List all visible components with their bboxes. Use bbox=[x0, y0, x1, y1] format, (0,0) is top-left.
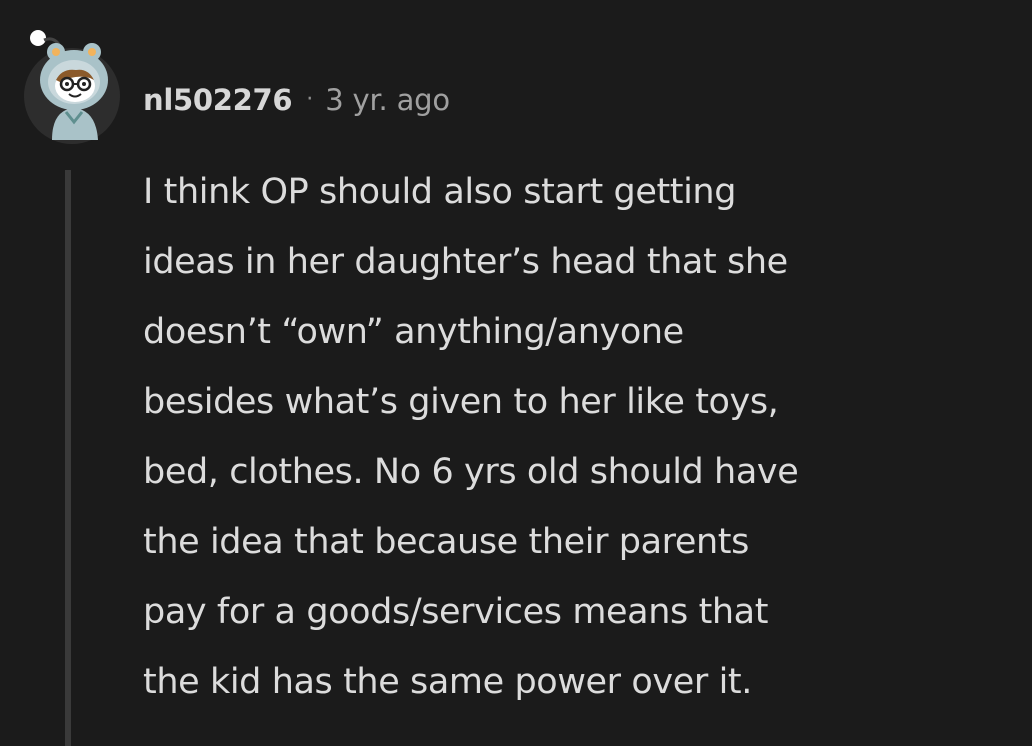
comment-body-line: ideas in her daughter’s head that she bbox=[143, 242, 788, 282]
comment-body-line: bed, clothes. No 6 yrs old should have bbox=[143, 452, 799, 492]
comment-body-line: besides what’s given to her like toys, bbox=[143, 382, 779, 422]
meta-separator: · bbox=[306, 87, 314, 112]
comment: nl502276 · 3 yr. ago I think OP should a… bbox=[0, 0, 1032, 746]
comment-body-line: the idea that because their parents bbox=[143, 522, 749, 562]
username-link[interactable]: nl502276 bbox=[143, 80, 293, 120]
comment-timestamp[interactable]: 3 yr. ago bbox=[325, 80, 450, 120]
comment-meta: nl502276 · 3 yr. ago bbox=[143, 80, 450, 120]
comment-body: I think OP should also start getting ide… bbox=[143, 157, 1003, 717]
comment-body-line: I think OP should also start getting bbox=[143, 172, 737, 212]
comment-body-line: the kid has the same power over it. bbox=[143, 662, 752, 702]
user-avatar[interactable] bbox=[22, 20, 122, 146]
comment-body-line: pay for a goods/services means that bbox=[143, 592, 769, 632]
comment-body-line: doesn’t “own” anything/anyone bbox=[143, 312, 684, 352]
snoo-avatar-icon bbox=[24, 30, 120, 144]
thread-line[interactable] bbox=[65, 170, 71, 746]
